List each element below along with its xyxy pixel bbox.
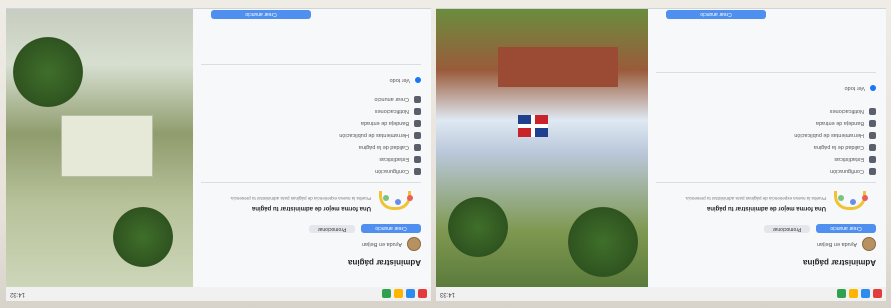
app-icon[interactable] — [837, 289, 846, 299]
menu-item[interactable]: Estadísticas — [379, 156, 421, 163]
shield-icon — [869, 144, 876, 151]
message-icon — [869, 120, 876, 127]
menu-item[interactable]: Configuración — [830, 168, 876, 175]
clock: 14:32 — [10, 291, 26, 297]
bell-icon — [414, 108, 421, 115]
card-description: Prueba la nueva experiencia de páginas p… — [229, 196, 371, 201]
promote-button[interactable]: Promocionar — [309, 225, 355, 233]
gear-icon — [869, 168, 876, 175]
left-screenshot: 14:32 Administrar página Ayuda en Beijan… — [6, 8, 431, 301]
left-screenshot-rotated: 14:32 Administrar página Ayuda en Beijan… — [6, 9, 431, 301]
menu-item[interactable]: Bandeja de entrada — [361, 120, 421, 127]
dot-icon — [870, 85, 876, 91]
divider — [656, 182, 876, 183]
promote-button[interactable]: Promocionar — [764, 225, 810, 233]
menu-item[interactable]: Estadísticas — [834, 156, 876, 163]
bell-icon — [869, 108, 876, 115]
menu-item[interactable]: Crear anuncio — [374, 96, 421, 103]
chart-icon — [869, 156, 876, 163]
page-manage-sidebar: Administrar página Ayuda en Beijan Crear… — [648, 9, 886, 287]
card-illustration — [832, 191, 872, 213]
menu-item[interactable]: Herramientas de publicación — [794, 132, 876, 139]
card-title: Una forma mejor de administrar tu página — [251, 205, 371, 211]
roof — [498, 47, 618, 87]
pencil-icon — [869, 132, 876, 139]
create-ad-button[interactable]: Crear anuncio — [816, 224, 876, 233]
card-description: Prueba la nueva experiencia de páginas p… — [684, 196, 826, 201]
see-all-link[interactable]: Ver todo — [845, 85, 876, 91]
avatar — [862, 237, 876, 251]
sidebar-title: Administrar página — [803, 258, 876, 267]
building — [61, 115, 153, 177]
sidebar-title: Administrar página — [348, 258, 421, 267]
menu-item[interactable]: Calidad de la página — [814, 144, 876, 151]
dot-icon — [415, 77, 421, 83]
pencil-icon — [414, 132, 421, 139]
menu-item[interactable]: Calidad de la página — [359, 144, 421, 151]
cover-photo — [6, 9, 193, 287]
primary-action-button[interactable]: Crear anuncio — [211, 10, 311, 19]
flag — [518, 115, 548, 137]
menu-item[interactable]: Notificaciones — [375, 108, 421, 115]
megaphone-icon — [414, 96, 421, 103]
taskbar: 14:33 — [436, 286, 886, 301]
divider — [656, 72, 876, 73]
page-name: Ayuda en Beijan — [362, 241, 402, 247]
app-icon[interactable] — [394, 289, 403, 299]
card-title: Una forma mejor de administrar tu página — [706, 205, 826, 211]
shield-icon — [414, 144, 421, 151]
page-identity[interactable]: Ayuda en Beijan — [362, 237, 421, 251]
app-icon[interactable] — [861, 289, 870, 299]
right-screenshot: 14:33 Administrar página Ayuda en Beijan… — [436, 8, 886, 301]
page-name: Ayuda en Beijan — [817, 241, 857, 247]
clock: 14:33 — [440, 291, 456, 297]
primary-action-button[interactable]: Crear anuncio — [666, 10, 766, 19]
create-ad-button[interactable]: Crear anuncio — [361, 224, 421, 233]
cover-photo — [436, 9, 648, 287]
app-icon[interactable] — [849, 289, 858, 299]
menu-item[interactable]: Bandeja de entrada — [816, 120, 876, 127]
divider — [201, 64, 421, 65]
menu-item[interactable]: Notificaciones — [830, 108, 876, 115]
right-screenshot-rotated: 14:33 Administrar página Ayuda en Beijan… — [436, 9, 886, 301]
menu-item[interactable]: Herramientas de publicación — [339, 132, 421, 139]
avatar — [407, 237, 421, 251]
gear-icon — [414, 168, 421, 175]
card-illustration — [377, 191, 417, 213]
app-icon[interactable] — [418, 289, 427, 299]
page-identity[interactable]: Ayuda en Beijan — [817, 237, 876, 251]
see-all-link[interactable]: Ver todo — [390, 77, 421, 83]
app-icon[interactable] — [873, 289, 882, 299]
app-icon[interactable] — [382, 289, 391, 299]
chart-icon — [414, 156, 421, 163]
taskbar: 14:32 — [6, 286, 431, 301]
app-icon[interactable] — [406, 289, 415, 299]
message-icon — [414, 120, 421, 127]
page-manage-sidebar: Administrar página Ayuda en Beijan Crear… — [193, 9, 431, 287]
menu-item[interactable]: Configuración — [375, 168, 421, 175]
divider — [201, 182, 421, 183]
